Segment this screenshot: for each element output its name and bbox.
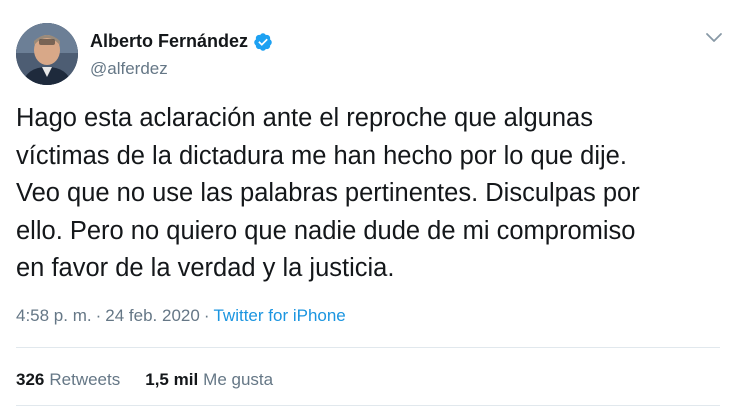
divider	[16, 405, 720, 406]
tweet-text: Hago esta aclaración ante el reproche qu…	[16, 104, 640, 282]
profile-photo	[16, 23, 78, 85]
avatar[interactable]	[16, 23, 78, 85]
tweet-source-link[interactable]: Twitter for iPhone	[213, 306, 345, 326]
likes-label: Me gusta	[203, 370, 274, 389]
tweet-stats: 326 Retweets 1,5 mil Me gusta	[16, 370, 273, 390]
tweet-meta: 4:58 p. m. · 24 feb. 2020 · Twitter for …	[16, 306, 346, 326]
tweet-time[interactable]: 4:58 p. m.	[16, 306, 92, 326]
meta-separator: ·	[95, 306, 102, 325]
author-handle[interactable]: @alferdez	[90, 59, 168, 79]
likes-count: 1,5 mil	[145, 370, 199, 389]
retweets-stat[interactable]: 326 Retweets	[16, 370, 120, 390]
verified-badge-icon	[254, 32, 272, 51]
author-row[interactable]: Alberto Fernández	[90, 31, 273, 52]
tweet-date[interactable]: 24 feb. 2020	[105, 306, 200, 326]
meta-separator: ·	[203, 306, 210, 325]
likes-stat[interactable]: 1,5 mil Me gusta	[145, 370, 273, 390]
retweets-count: 326	[16, 370, 45, 389]
divider	[16, 347, 720, 348]
author-name[interactable]: Alberto Fernández	[90, 31, 248, 52]
retweets-label: Retweets	[49, 370, 121, 389]
chevron-down-icon[interactable]	[705, 31, 723, 45]
